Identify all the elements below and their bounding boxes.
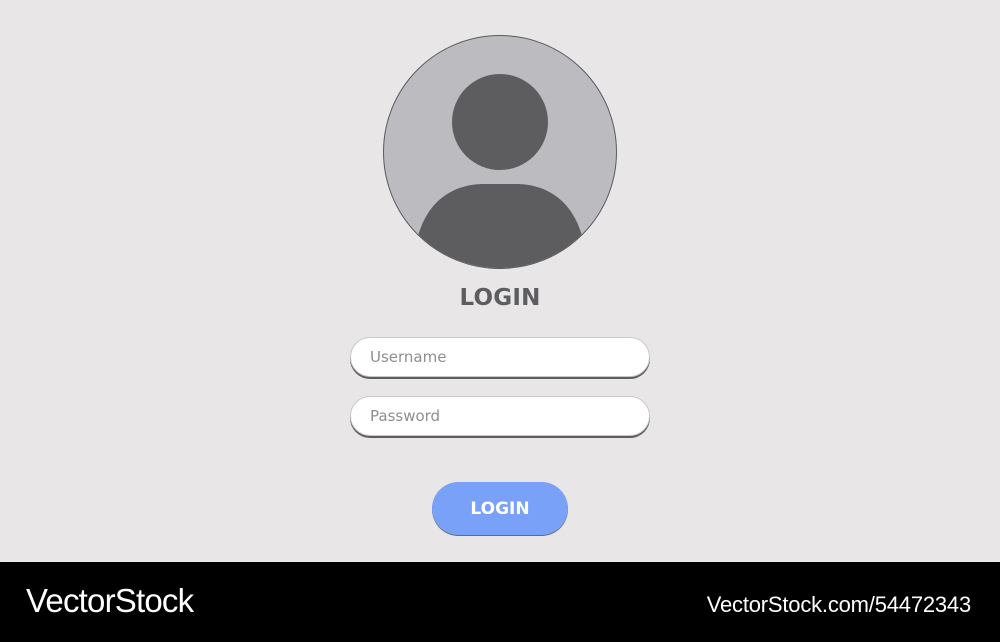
avatar	[383, 35, 617, 269]
watermark-footer: VectorStock VectorStock.com/54472343	[0, 562, 1000, 642]
login-button[interactable]: LOGIN	[432, 482, 568, 535]
user-silhouette-icon	[418, 74, 582, 268]
password-input[interactable]	[351, 397, 649, 435]
password-field[interactable]	[350, 396, 650, 436]
username-input[interactable]	[351, 338, 649, 376]
username-field[interactable]	[350, 337, 650, 377]
footer-brand: VectorStock	[26, 582, 194, 619]
login-screen: LOGIN LOGIN	[0, 0, 1000, 562]
footer-image-id: VectorStock.com/54472343	[706, 592, 971, 617]
login-title: LOGIN	[459, 285, 541, 311]
